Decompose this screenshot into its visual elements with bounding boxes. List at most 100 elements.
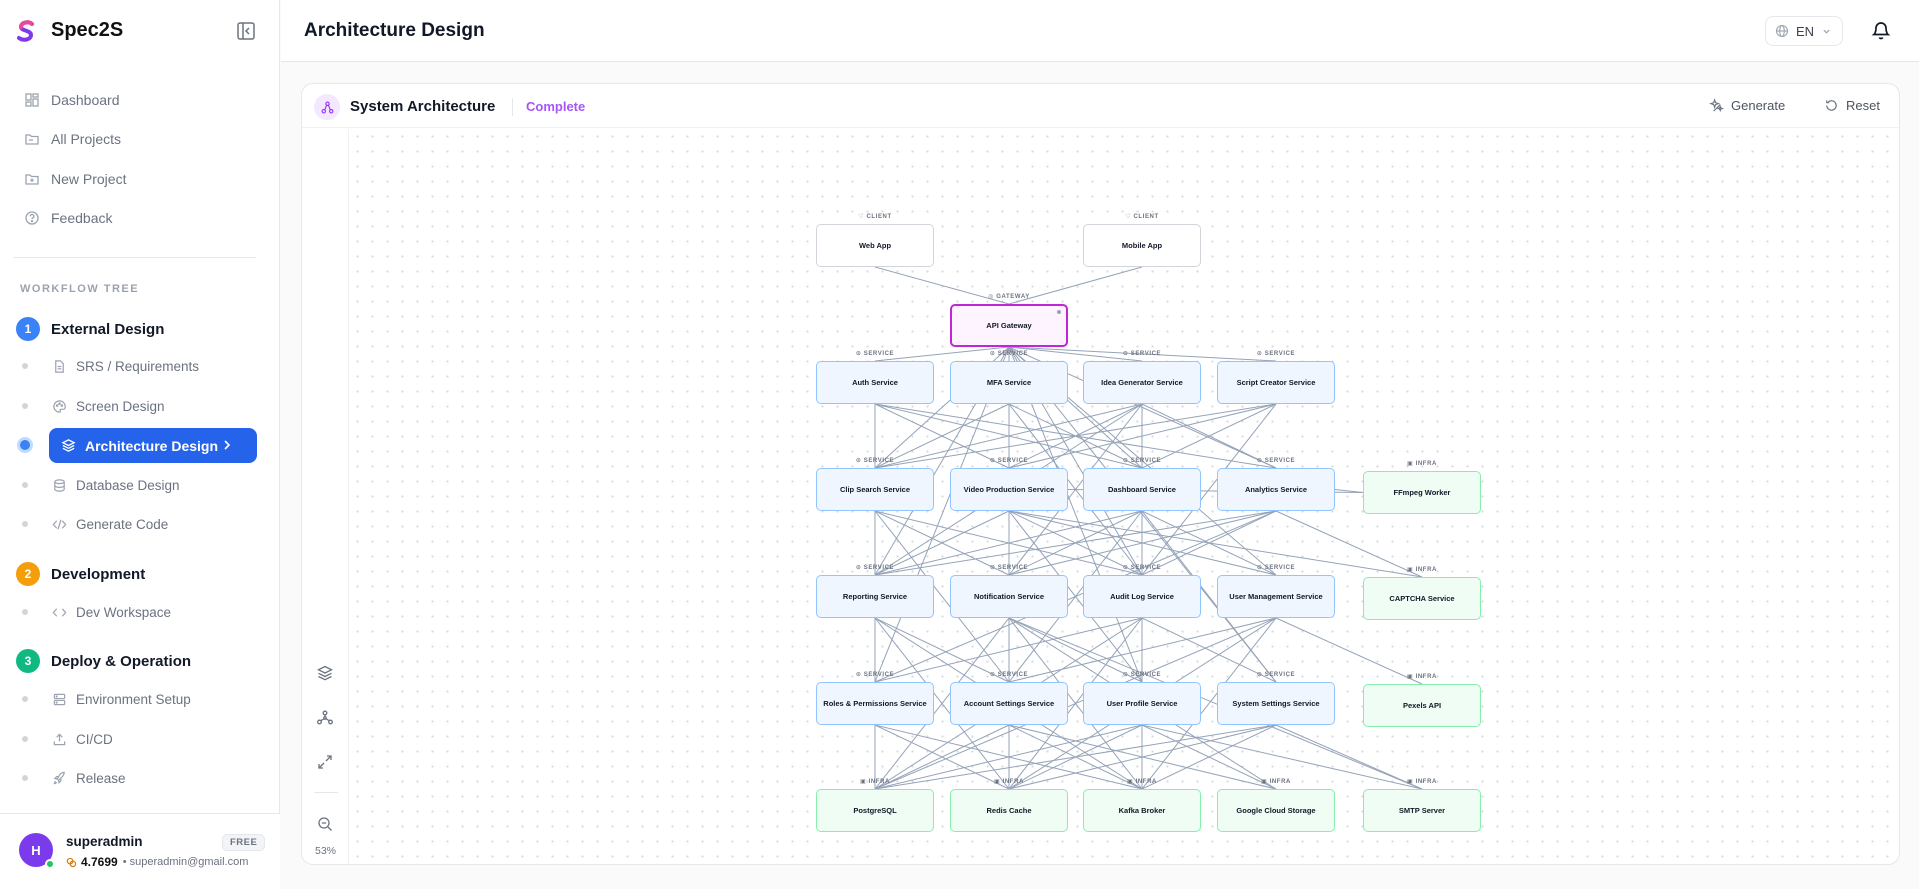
node-mfa[interactable]: MFA Service [950, 361, 1068, 404]
node-script[interactable]: Script Creator Service [1217, 361, 1335, 404]
workflow-item-release[interactable]: Release [22, 760, 258, 796]
panel-title: System Architecture [350, 98, 496, 115]
node-label: Redis Cache [986, 806, 1032, 815]
workflow-item-environment-setup[interactable]: Environment Setup [22, 681, 258, 717]
service-tag: ⊙ SERVICE [989, 351, 1029, 357]
node-label: Mobile App [1121, 241, 1163, 250]
bell-icon[interactable] [1870, 19, 1892, 41]
node-label: Kafka Broker [1118, 806, 1166, 815]
step-dot [22, 403, 28, 409]
node-captcha[interactable]: CAPTCHA Service [1363, 577, 1481, 620]
phase-development[interactable]: 2 Development [16, 561, 145, 587]
language-selector[interactable]: EN [1765, 16, 1843, 46]
service-tag: ⊙ SERVICE [855, 458, 895, 464]
workflow-item-generate-code[interactable]: Generate Code [22, 506, 258, 542]
nav-label: All Projects [51, 131, 122, 148]
top-header: Architecture Design EN [281, 0, 1919, 62]
node-report[interactable]: Reporting Service [816, 575, 934, 618]
node-gcs[interactable]: Google Cloud Storage [1217, 789, 1335, 832]
diagram-canvas[interactable]: ♡ CLIENT Web App ♡ CLIENT Mobile App ◎ GATEW… [350, 129, 1899, 864]
node-profile[interactable]: User Profile Service [1083, 682, 1201, 725]
node-label: Web App [858, 241, 892, 250]
service-tag: ⊙ SERVICE [989, 565, 1029, 571]
nav-label: New Project [51, 170, 127, 187]
node-label: Auth Service [852, 378, 898, 387]
upload-icon [53, 732, 66, 745]
architecture-icon [314, 94, 340, 120]
node-label: Notification Service [973, 592, 1045, 601]
node-analytics[interactable]: Analytics Service [1217, 468, 1335, 511]
service-tag: ⊙ SERVICE [855, 565, 895, 571]
node-gw[interactable]: API Gateway [950, 304, 1068, 347]
workflow-item-srs[interactable]: SRS / Requirements [22, 348, 258, 384]
active-step-dot [20, 440, 30, 450]
node-idea[interactable]: Idea Generator Service [1083, 361, 1201, 404]
node-sysset[interactable]: System Settings Service [1217, 682, 1335, 725]
node-pg[interactable]: PostgreSQL [816, 789, 934, 832]
auto-layout-icon[interactable] [316, 709, 334, 727]
node-redis[interactable]: Redis Cache [950, 789, 1068, 832]
node-kafka[interactable]: Kafka Broker [1083, 789, 1201, 832]
generate-button[interactable]: Generate [1709, 98, 1785, 113]
language-value: EN [1796, 23, 1815, 39]
coins-icon [66, 857, 77, 867]
workflow-item-database-design[interactable]: Database Design [22, 467, 258, 503]
edge-analytics-report [874, 510, 1277, 576]
node-video[interactable]: Video Production Service [950, 468, 1068, 511]
workflow-tree-title: WORKFLOW TREE [20, 283, 140, 295]
phase-deploy-operation[interactable]: 3 Deploy & Operation [16, 648, 191, 674]
node-auth[interactable]: Auth Service [816, 361, 934, 404]
workflow-item-label: Environment Setup [76, 691, 191, 707]
workflow-item-dev-workspace[interactable]: Dev Workspace [22, 594, 258, 630]
infra-tag: ▣ INFRA [1407, 779, 1437, 785]
node-account[interactable]: Account Settings Service [950, 682, 1068, 725]
layers-icon[interactable] [316, 664, 334, 682]
node-label: Pexels API [1402, 701, 1442, 710]
nav-all-projects[interactable]: All Projects [14, 120, 264, 160]
node-pexels[interactable]: Pexels API [1363, 684, 1481, 727]
code-icon [52, 519, 67, 529]
node-notif[interactable]: Notification Service [950, 575, 1068, 618]
sidebar: Spec2S Dashboard All Projects New Projec… [0, 0, 280, 889]
online-status-indicator [45, 859, 55, 869]
chevron-right-icon [224, 440, 231, 450]
canvas-toolbar: 53% [302, 129, 349, 864]
phase-label: External Design [51, 320, 165, 338]
reset-button[interactable]: Reset [1824, 98, 1880, 113]
folder-icon [25, 134, 39, 145]
node-label: Analytics Service [1244, 485, 1308, 494]
client-tag: ♡ CLIENT [1125, 214, 1159, 220]
node-ffmpeg[interactable]: FFmpeg Worker [1363, 471, 1481, 514]
service-tag: ⊙ SERVICE [1122, 565, 1162, 571]
node-usermgmt[interactable]: User Management Service [1217, 575, 1335, 618]
nav-feedback[interactable]: Feedback [14, 199, 264, 239]
workflow-item-label: Release [76, 770, 126, 786]
node-mobile[interactable]: Mobile App [1083, 224, 1201, 267]
node-roles[interactable]: Roles & Permissions Service [816, 682, 934, 725]
workflow-item-ci-cd[interactable]: CI/CD [22, 721, 258, 757]
zoom-out-icon[interactable] [316, 815, 334, 833]
node-web[interactable]: Web App [816, 224, 934, 267]
user-profile[interactable]: H superadmin FREE 4.7699 • superadmin@gm… [0, 813, 280, 889]
nav-new-project[interactable]: New Project [14, 159, 264, 199]
node-dash[interactable]: Dashboard Service [1083, 468, 1201, 511]
node-audit[interactable]: Audit Log Service [1083, 575, 1201, 618]
infra-tag: ▣ INFRA [1407, 674, 1437, 680]
chevron-down-icon [1823, 29, 1830, 34]
collapse-sidebar-icon[interactable] [236, 21, 256, 41]
workflow-item-label: Dev Workspace [76, 604, 172, 620]
architecture-panel: System Architecture Complete Generate Re… [301, 83, 1900, 865]
nav-dashboard[interactable]: Dashboard [14, 80, 264, 120]
service-tag: ⊙ SERVICE [855, 672, 895, 678]
phase-external-design[interactable]: 1 External Design [16, 316, 164, 342]
node-label: PostgreSQL [853, 806, 897, 815]
reset-label: Reset [1846, 98, 1880, 113]
node-label: Audit Log Service [1110, 592, 1174, 601]
workflow-item-screen-design[interactable]: Screen Design [22, 388, 258, 424]
expand-icon[interactable] [316, 753, 334, 771]
active-workflow-item[interactable]: Architecture Design [49, 428, 257, 463]
node-smtp[interactable]: SMTP Server [1363, 789, 1481, 832]
node-clip[interactable]: Clip Search Service [816, 468, 934, 511]
credits-row: 4.7699 • superadmin@gmail.com [66, 855, 248, 869]
node-handle[interactable] [1057, 310, 1061, 314]
